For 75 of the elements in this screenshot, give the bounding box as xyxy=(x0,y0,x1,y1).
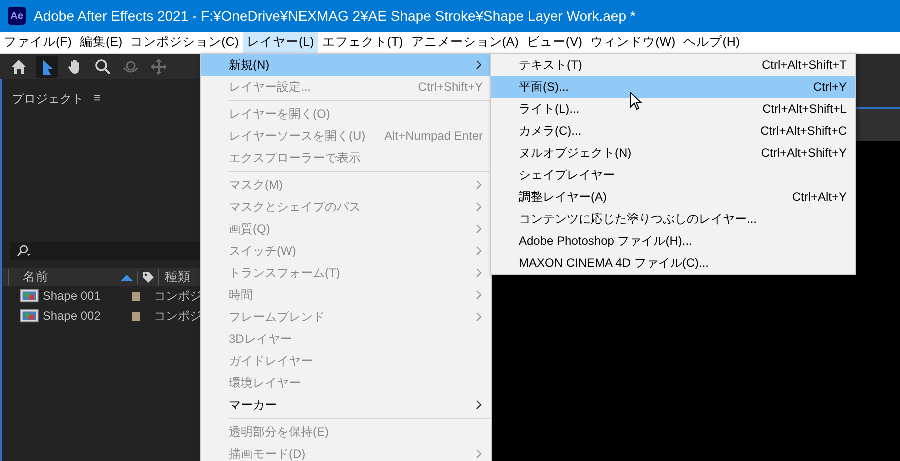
menu-item-label: マスク(M) xyxy=(229,176,283,194)
menu-item-label: MAXON CINEMA 4D ファイル(C)... xyxy=(519,254,710,272)
menu-item-label: カメラ(C)... xyxy=(519,122,582,140)
menu-item-label: ヌルオブジェクト(N) xyxy=(519,144,632,162)
menu-item-label: ライト(L)... xyxy=(519,100,580,118)
composition-icon xyxy=(20,289,39,303)
menu-item[interactable]: テキスト(T) Ctrl+Alt+Shift+T xyxy=(491,54,855,76)
menu-item-label: レイヤー設定... xyxy=(229,78,312,96)
menu-item[interactable]: ヌルオブジェクト(N) Ctrl+Alt+Shift+Y xyxy=(491,142,855,164)
menu-item-label: シェイプレイヤー xyxy=(519,166,615,184)
search-icon xyxy=(94,58,112,76)
menu-item-label: 時間 xyxy=(229,286,253,304)
menu-item-label: 調整レイヤー(A) xyxy=(519,188,607,206)
shortcut-label: Alt+Numpad Enter xyxy=(384,129,483,143)
menu-item[interactable]: Adobe Photoshop ファイル(H)... xyxy=(491,230,855,252)
column-header[interactable]: 名前 xyxy=(23,268,117,286)
column-header[interactable]: 種類 xyxy=(165,268,191,286)
menu-bar-item[interactable]: 編集(E) xyxy=(76,32,127,53)
menu-bar-item[interactable]: ヘルプ(H) xyxy=(680,32,744,53)
menu-item-label: 描画モード(D) xyxy=(229,446,306,461)
menu-item-label: マスクとシェイプのパス xyxy=(229,198,361,216)
menu-item-label: トランスフォーム(T) xyxy=(229,264,340,282)
item-name: Shape 001 xyxy=(42,289,102,303)
shortcut-label: Ctrl+Alt+Shift+C xyxy=(760,124,847,138)
menu-item-label: Adobe Photoshop ファイル(H)... xyxy=(519,232,692,250)
menu-item-label: フレームブレンド xyxy=(229,308,325,326)
menu-item-label: レイヤーソースを開く(U) xyxy=(229,128,366,144)
menu-item-label: 環境レイヤー xyxy=(229,374,301,392)
menu-item[interactable]: コンテンツに応じた塗りつぶしのレイヤー... xyxy=(491,208,855,230)
move-icon xyxy=(150,58,168,76)
item-name: Shape 002 xyxy=(42,309,102,323)
menu-bar-item[interactable]: レイヤー(L) xyxy=(243,32,318,53)
menu-bar-item[interactable]: ファイル(F) xyxy=(0,32,76,53)
menu-item-label: マーカー xyxy=(229,396,277,414)
tag-icon xyxy=(142,270,154,284)
tool-button[interactable] xyxy=(36,56,58,78)
shortcut-label: Ctrl+Alt+Shift+L xyxy=(762,102,847,116)
window-title: Adobe After Effects 2021 - F:¥OneDrive¥NEXMAG 2¥AE Shape Stroke¥Shape Layer Work.aep * xyxy=(34,8,636,24)
shortcut-label: Ctrl+Y xyxy=(813,80,847,94)
menu-item-label: スイッチ(W) xyxy=(229,242,296,260)
menu-item-label: ガイドレイヤー xyxy=(229,352,313,370)
menu-item-label: エクスプローラーで表示 xyxy=(229,150,361,166)
menu-item[interactable]: シェイプレイヤー xyxy=(491,164,855,186)
menu-item-label: 画質(Q) xyxy=(229,220,270,238)
panel-title: プロジェクト xyxy=(12,91,84,108)
composition-icon xyxy=(20,309,39,323)
menu-item[interactable]: マーカー xyxy=(201,394,491,416)
shortcut-label: Ctrl+Shift+Y xyxy=(418,80,483,94)
menu-item-label: コンテンツに応じた塗りつぶしのレイヤー... xyxy=(519,210,758,228)
search-icon xyxy=(16,245,32,257)
shortcut-label: Ctrl+Alt+Shift+Y xyxy=(761,146,847,160)
menu-item-label: 3Dレイヤー xyxy=(229,330,292,348)
menu-bar-item[interactable]: ウィンドウ(W) xyxy=(586,32,680,53)
panel-menu-button[interactable]: ≡ xyxy=(94,91,102,108)
menu-item-label: 平面(S)... xyxy=(519,78,569,96)
cursor-icon xyxy=(630,92,643,112)
menu-bar-item[interactable]: ビュー(V) xyxy=(522,32,587,53)
shortcut-label: Ctrl+Alt+Shift+T xyxy=(762,58,847,72)
menu-item-label: 新規(N) xyxy=(229,56,270,74)
menu-bar-item[interactable]: コンポジション(C) xyxy=(126,32,243,53)
menu-item[interactable]: 平面(S)... Ctrl+Y xyxy=(491,76,855,98)
shortcut-label: Ctrl+Alt+Y xyxy=(792,190,847,204)
menu-item[interactable]: 調整レイヤー(A) Ctrl+Alt+Y xyxy=(491,186,855,208)
menu-item[interactable]: MAXON CINEMA 4D ファイル(C)... xyxy=(491,252,855,274)
menu-item-label: レイヤーを開く(O) xyxy=(229,106,330,122)
home-icon xyxy=(10,58,28,76)
menu-item[interactable]: 新規(N) xyxy=(201,54,491,76)
app-logo: Ae xyxy=(8,7,26,25)
menu-bar-item[interactable]: エフェクト(T) xyxy=(318,32,408,53)
menu-item[interactable]: カメラ(C)... Ctrl+Alt+Shift+C xyxy=(491,120,855,142)
menu-item[interactable]: ライト(L)... Ctrl+Alt+Shift+L xyxy=(491,98,855,120)
search-field[interactable] xyxy=(10,242,202,260)
menu-bar-item[interactable]: アニメーション(A) xyxy=(407,32,523,53)
menu-item-label: 透明部分を保持(E) xyxy=(229,424,329,440)
menu-item-label: テキスト(T) xyxy=(519,56,582,74)
